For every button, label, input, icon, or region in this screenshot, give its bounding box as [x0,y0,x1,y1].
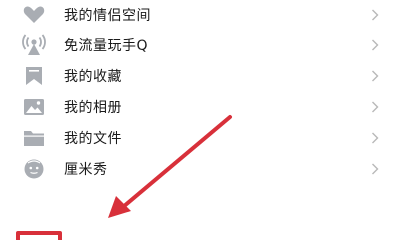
menu-item-favorites[interactable]: 我的收藏 [0,60,400,91]
face-icon [22,158,46,180]
menu-item-label: 我的情侣空间 [64,7,151,24]
chevron-right-icon [370,131,380,145]
menu-item-label: 我的文件 [64,130,122,147]
menu-item-files[interactable]: 我的文件 [0,122,400,153]
chevron-right-icon [370,69,380,83]
chevron-right-icon [370,8,380,22]
menu-item-couple-space[interactable]: 我的情侣空间 [0,0,400,30]
qq-sidebar-screen: 我的情侣空间 免流量玩手Q 我的收藏 我的相册 我的文件 厘米秀 [0,0,400,240]
folder-icon [22,127,46,149]
photo-icon [22,96,46,118]
signal-tower-icon [22,33,46,56]
heart-icon [22,4,46,26]
menu-item-label: 厘米秀 [64,161,108,178]
bookmark-icon [22,65,46,87]
chevron-right-icon [370,162,380,176]
highlight-box [16,231,62,240]
chevron-right-icon [370,100,380,114]
menu-item-free-data[interactable]: 免流量玩手Q [0,29,400,60]
menu-item-label: 我的收藏 [64,68,122,85]
chevron-right-icon [370,38,380,52]
menu-item-album[interactable]: 我的相册 [0,91,400,122]
menu-item-cmshow[interactable]: 厘米秀 [0,153,400,184]
menu-item-label: 免流量玩手Q [64,37,149,54]
menu-item-label: 我的相册 [64,99,122,116]
